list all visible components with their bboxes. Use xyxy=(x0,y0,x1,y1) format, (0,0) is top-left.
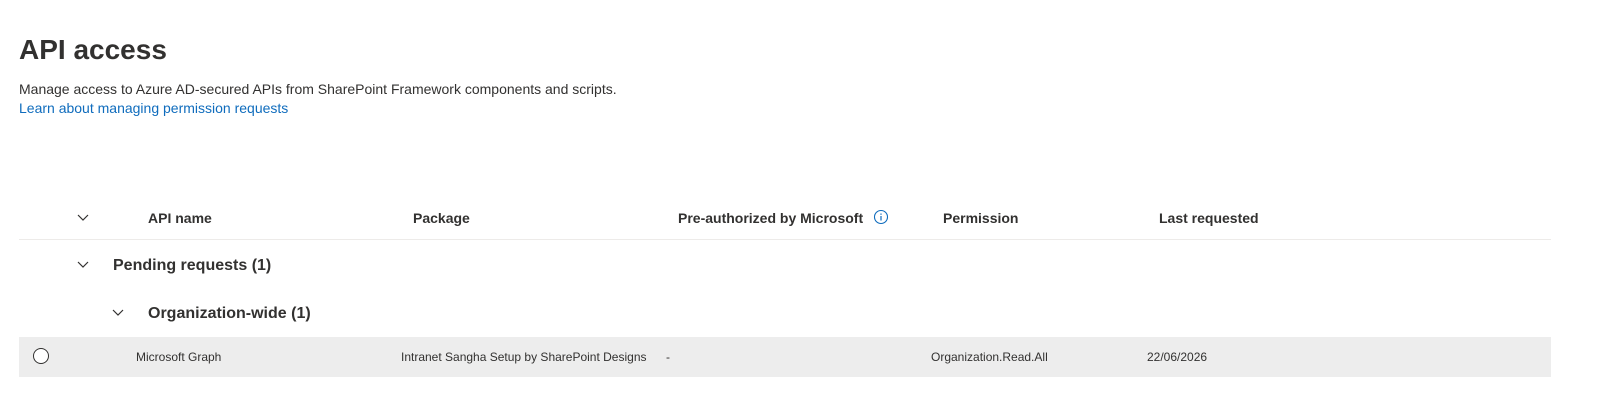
column-header-api-name[interactable]: API name xyxy=(148,209,212,227)
cell-api-name: Microsoft Graph xyxy=(136,350,222,364)
api-access-page: API access Manage access to Azure AD-sec… xyxy=(0,0,1597,403)
subgroup-header-organization-wide[interactable]: Organization-wide (1) xyxy=(19,291,1551,335)
cell-permission: Organization.Read.All xyxy=(931,350,1048,364)
table-header: API name Package Pre-authorized by Micro… xyxy=(19,196,1551,240)
column-header-last-requested[interactable]: Last requested xyxy=(1159,209,1259,227)
table-row[interactable]: Microsoft Graph Intranet Sangha Setup by… xyxy=(19,337,1551,377)
page-title: API access xyxy=(19,34,167,65)
cell-last-requested: 22/06/2026 xyxy=(1147,350,1208,364)
column-header-permission[interactable]: Permission xyxy=(943,209,1018,227)
subgroup-label-organization-wide: Organization-wide (1) xyxy=(148,305,311,322)
collapse-all-chevron-down-icon[interactable] xyxy=(75,209,91,225)
row-select-radio-icon[interactable] xyxy=(33,348,49,364)
cell-pre-authorized: - xyxy=(666,350,670,364)
subgroup-toggle-chevron-down-icon[interactable] xyxy=(110,304,126,320)
info-icon[interactable] xyxy=(873,209,889,229)
column-header-pre-authorized-label: Pre-authorized by Microsoft xyxy=(678,210,864,226)
cell-package: Intranet Sangha Setup by SharePoint Desi… xyxy=(401,350,647,364)
group-header-pending-requests[interactable]: Pending requests (1) xyxy=(19,243,1551,287)
column-header-package[interactable]: Package xyxy=(413,209,470,227)
page-description: Manage access to Azure AD-secured APIs f… xyxy=(19,81,617,97)
learn-more-link[interactable]: Learn about managing permission requests xyxy=(19,99,288,117)
group-label-pending-requests: Pending requests (1) xyxy=(113,257,272,274)
group-toggle-chevron-down-icon[interactable] xyxy=(75,256,91,272)
column-header-pre-authorized[interactable]: Pre-authorized by Microsoft xyxy=(678,209,889,229)
